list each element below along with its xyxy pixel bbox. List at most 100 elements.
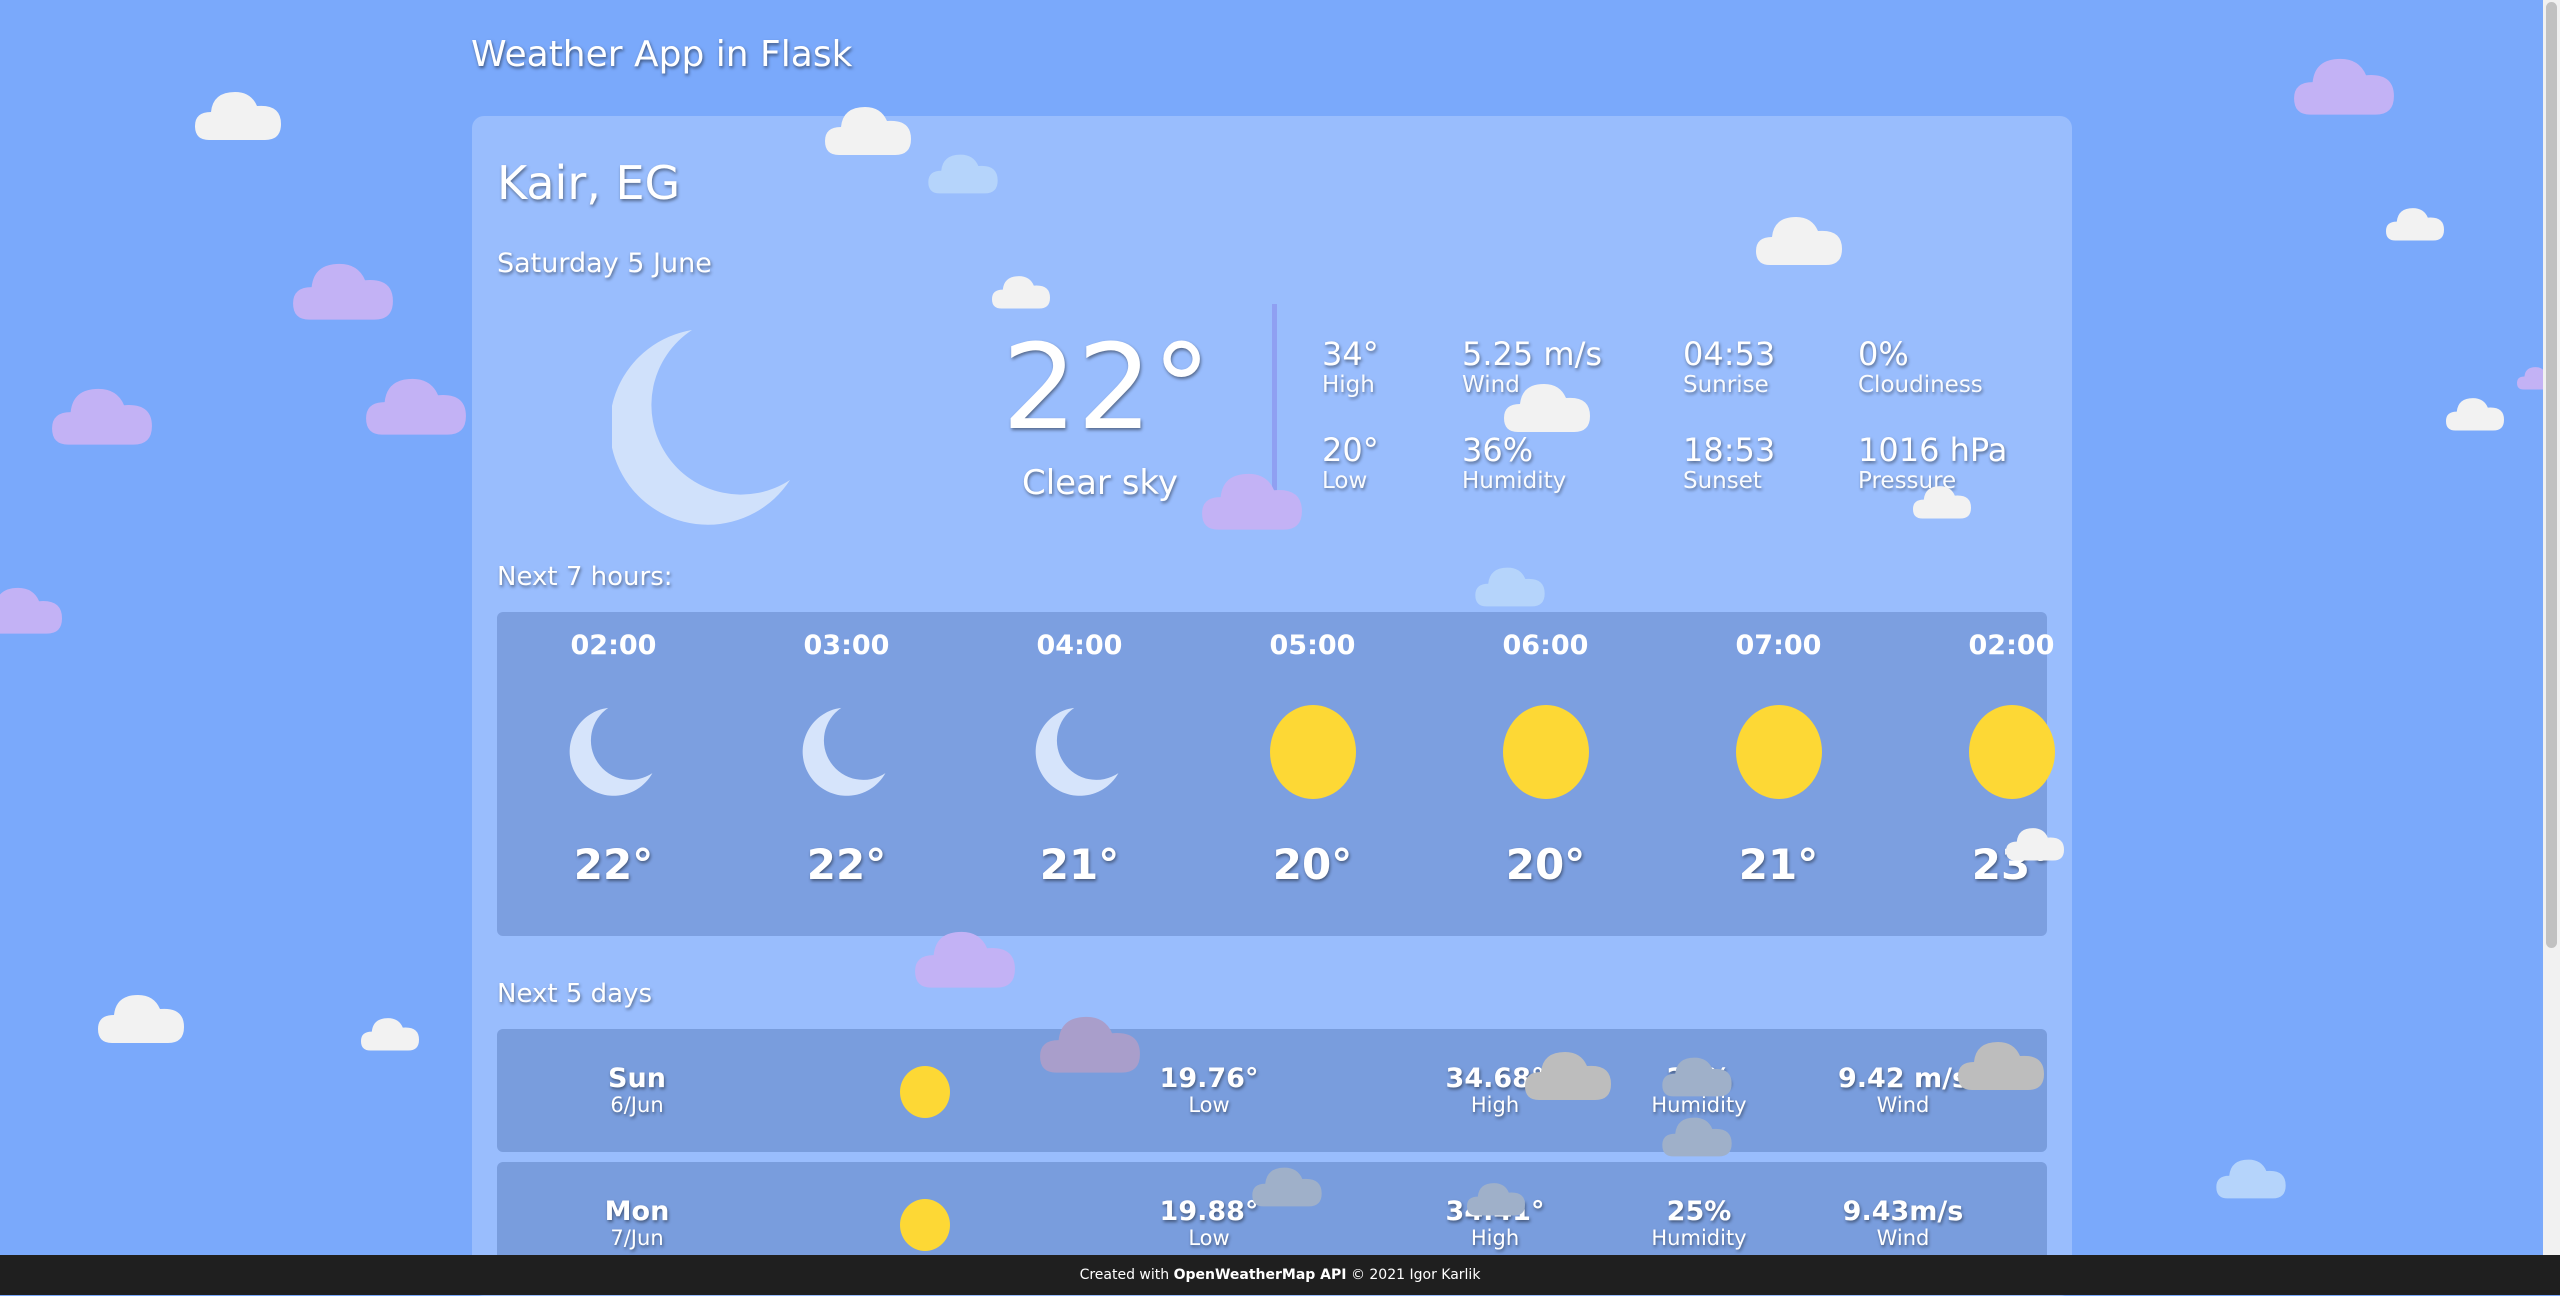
cloud-icon [1662, 1108, 1732, 1158]
cloud-icon [2446, 390, 2504, 432]
cloud-icon [2216, 1150, 2286, 1200]
cloud-icon [1252, 1158, 1322, 1208]
app-title: Weather App in Flask [471, 34, 853, 75]
hour-item: 04:00 21° [963, 612, 1196, 936]
moon-icon [609, 326, 812, 530]
hour-item: 03:00 22° [730, 612, 963, 936]
sun-icon [1662, 704, 1895, 800]
cloud-icon [195, 80, 281, 142]
day-wind-label: Wind [1876, 1093, 1930, 1117]
stat-low: 20° Low [1322, 432, 1379, 494]
sun-icon [899, 1065, 951, 1123]
hour-temp: 20° [1272, 840, 1353, 889]
hour-time: 02:00 [1968, 630, 2055, 661]
sun-icon [1196, 704, 1429, 800]
cloud-icon [2006, 820, 2064, 862]
cloud-icon [0, 570, 62, 642]
hour-time: 05:00 [1269, 630, 1356, 661]
footer: Created with OpenWeatherMap API © 2021 I… [0, 1255, 2560, 1295]
location-title: Kair, EG [497, 156, 681, 210]
stat-label: Humidity [1462, 468, 1567, 494]
cloud-icon [992, 268, 1050, 310]
hour-time: 07:00 [1735, 630, 1822, 661]
cloud-icon [293, 250, 393, 322]
stat-value: 0% [1858, 335, 1909, 373]
current-date: Saturday 5 June [497, 248, 712, 279]
current-condition: Clear sky [1021, 463, 1179, 503]
cloud-icon [98, 983, 184, 1045]
cloud-icon [825, 95, 911, 157]
stat-value: 5.25 m/s [1462, 335, 1603, 373]
sun-icon [1429, 704, 1662, 800]
cloud-icon [1504, 372, 1590, 434]
day-date: 7/Jun [610, 1226, 664, 1250]
footer-api-link[interactable]: OpenWeatherMap API [1174, 1267, 1347, 1283]
stat-value: 34° [1322, 335, 1379, 373]
cloud-icon [2294, 45, 2394, 117]
stat-label: Low [1322, 468, 1368, 494]
hour-temp: 22° [806, 840, 887, 889]
hourly-forecast: 02:00 22° 03:00 22° 04:00 21° 05:00 20° … [497, 612, 2055, 936]
moon-icon [730, 704, 963, 800]
hour-time: 06:00 [1502, 630, 1589, 661]
day-name: Mon [604, 1196, 670, 1227]
cloud-icon [1756, 205, 1842, 267]
hour-temp: 22° [573, 840, 654, 889]
footer-prefix: Created with [1079, 1267, 1170, 1283]
hour-item: 02:00 22° [497, 612, 730, 936]
day-humidity: 25% [1666, 1196, 1732, 1227]
footer-copyright: © 2021 Igor Karlik [1350, 1267, 1481, 1283]
cloud-icon [1913, 478, 1971, 520]
cloud-icon [1040, 1003, 1140, 1075]
scrollbar-thumb[interactable] [2546, 2, 2557, 948]
day-humidity-label: Humidity [1651, 1226, 1747, 1250]
sun-icon [899, 1198, 951, 1256]
day-date: 6/Jun [610, 1093, 664, 1117]
cloud-icon [2386, 200, 2444, 242]
stat-value: 36% [1462, 431, 1534, 469]
hour-time: 03:00 [803, 630, 890, 661]
cloud-icon [915, 918, 1015, 990]
cloud-icon [366, 365, 466, 437]
cloud-icon [52, 375, 152, 447]
day-high-label: High [1470, 1226, 1520, 1250]
stat-label: Sunrise [1683, 372, 1769, 398]
cloud-icon [1958, 1030, 2044, 1092]
daily-forecast-row: Sun 6/Jun 19.76° Low 34.68° High 29% Hum… [497, 1029, 2047, 1152]
day-name: Sun [608, 1063, 666, 1094]
stat-value: 04:53 [1683, 335, 1776, 373]
cloud-icon [1467, 1175, 1525, 1217]
hour-item: 06:00 20° [1429, 612, 1662, 936]
stat-high: 34° High [1322, 336, 1379, 398]
day-wind: 9.43m/s [1842, 1196, 1964, 1227]
day-low-label: Low [1188, 1226, 1230, 1250]
hour-item: 02:00 23° [1895, 612, 2128, 936]
hour-item: 07:00 21° [1662, 612, 1895, 936]
cloud-icon [1662, 1048, 1732, 1098]
stat-humidity: 36% Humidity [1462, 432, 1566, 494]
stat-value: 18:53 [1683, 431, 1776, 469]
moon-icon [497, 704, 730, 800]
hourly-heading: Next 7 hours: [497, 562, 673, 592]
stat-sunset: 18:53 Sunset [1683, 432, 1775, 494]
daily-heading: Next 5 days [497, 979, 653, 1009]
hour-time: 04:00 [1036, 630, 1123, 661]
stat-label: Cloudiness [1858, 372, 1983, 398]
day-wind-label: Wind [1876, 1226, 1930, 1250]
hour-time: 02:00 [570, 630, 657, 661]
cloud-icon [1475, 558, 1545, 608]
cloud-icon [928, 145, 998, 195]
hour-temp: 20° [1505, 840, 1586, 889]
stat-value: 20° [1322, 431, 1379, 469]
moon-icon [963, 704, 1196, 800]
stat-value: 1016 hPa [1858, 431, 2008, 469]
stat-cloudiness: 0% Cloudiness [1858, 336, 1983, 398]
sun-icon [1895, 704, 2128, 800]
stat-label: Sunset [1683, 468, 1762, 494]
hour-temp: 21° [1738, 840, 1819, 889]
hour-temp: 21° [1039, 840, 1120, 889]
stat-sunrise: 04:53 Sunrise [1683, 336, 1775, 398]
day-low-label: Low [1188, 1093, 1230, 1117]
stat-label: High [1322, 372, 1375, 398]
current-temperature: 22° [1002, 318, 1212, 456]
